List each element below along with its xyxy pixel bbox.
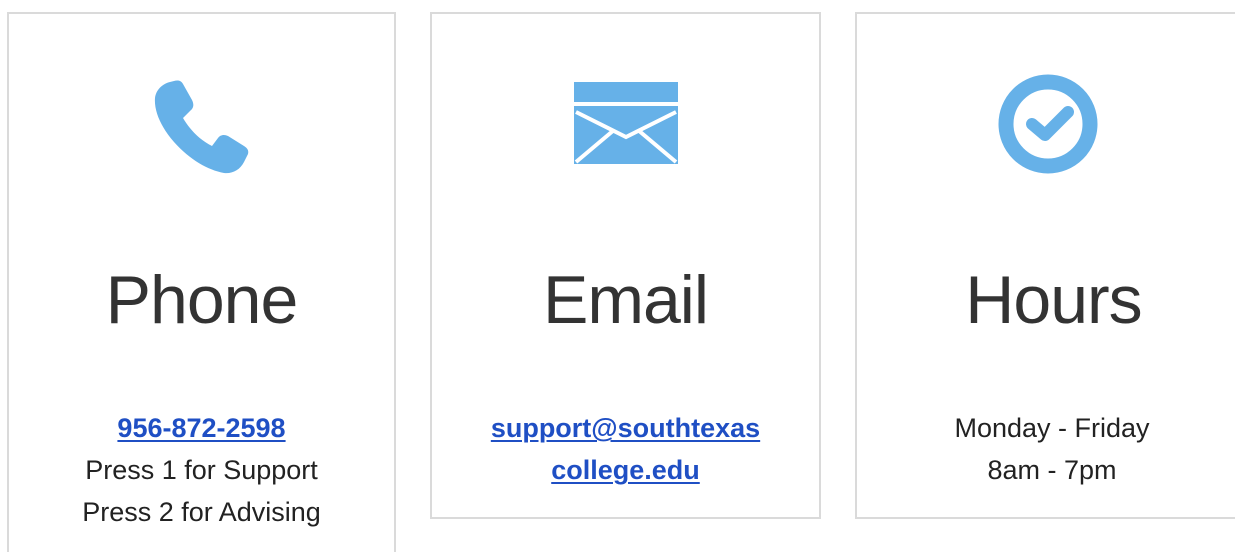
clock-icon — [998, 74, 1098, 174]
hours-title: Hours — [965, 262, 1142, 338]
hours-card: Hours Monday - Friday 8am - 7pm — [855, 12, 1235, 519]
phone-advising-line: Press 2 for Advising — [82, 497, 321, 527]
phone-number-link[interactable]: 956-872-2598 — [9, 407, 394, 449]
phone-details: 956-872-2598 Press 1 for Support Press 2… — [9, 407, 394, 533]
email-title: Email — [542, 262, 709, 338]
phone-title: Phone — [105, 262, 299, 338]
email-details: support@southtexas college.edu — [432, 407, 819, 491]
hours-times: 8am - 7pm — [987, 455, 1117, 485]
hours-days: Monday - Friday — [954, 413, 1150, 443]
email-link-line-2[interactable]: college.edu — [432, 449, 819, 491]
phone-icon — [152, 76, 252, 176]
phone-support-line: Press 1 for Support — [85, 455, 318, 485]
phone-card: Phone 956-872-2598 Press 1 for Support P… — [7, 12, 396, 552]
hours-details: Monday - Friday 8am - 7pm — [857, 407, 1235, 491]
envelope-icon — [573, 82, 678, 164]
email-card: Email support@southtexas college.edu — [430, 12, 821, 519]
email-link-line-1[interactable]: support@southtexas — [432, 407, 819, 449]
